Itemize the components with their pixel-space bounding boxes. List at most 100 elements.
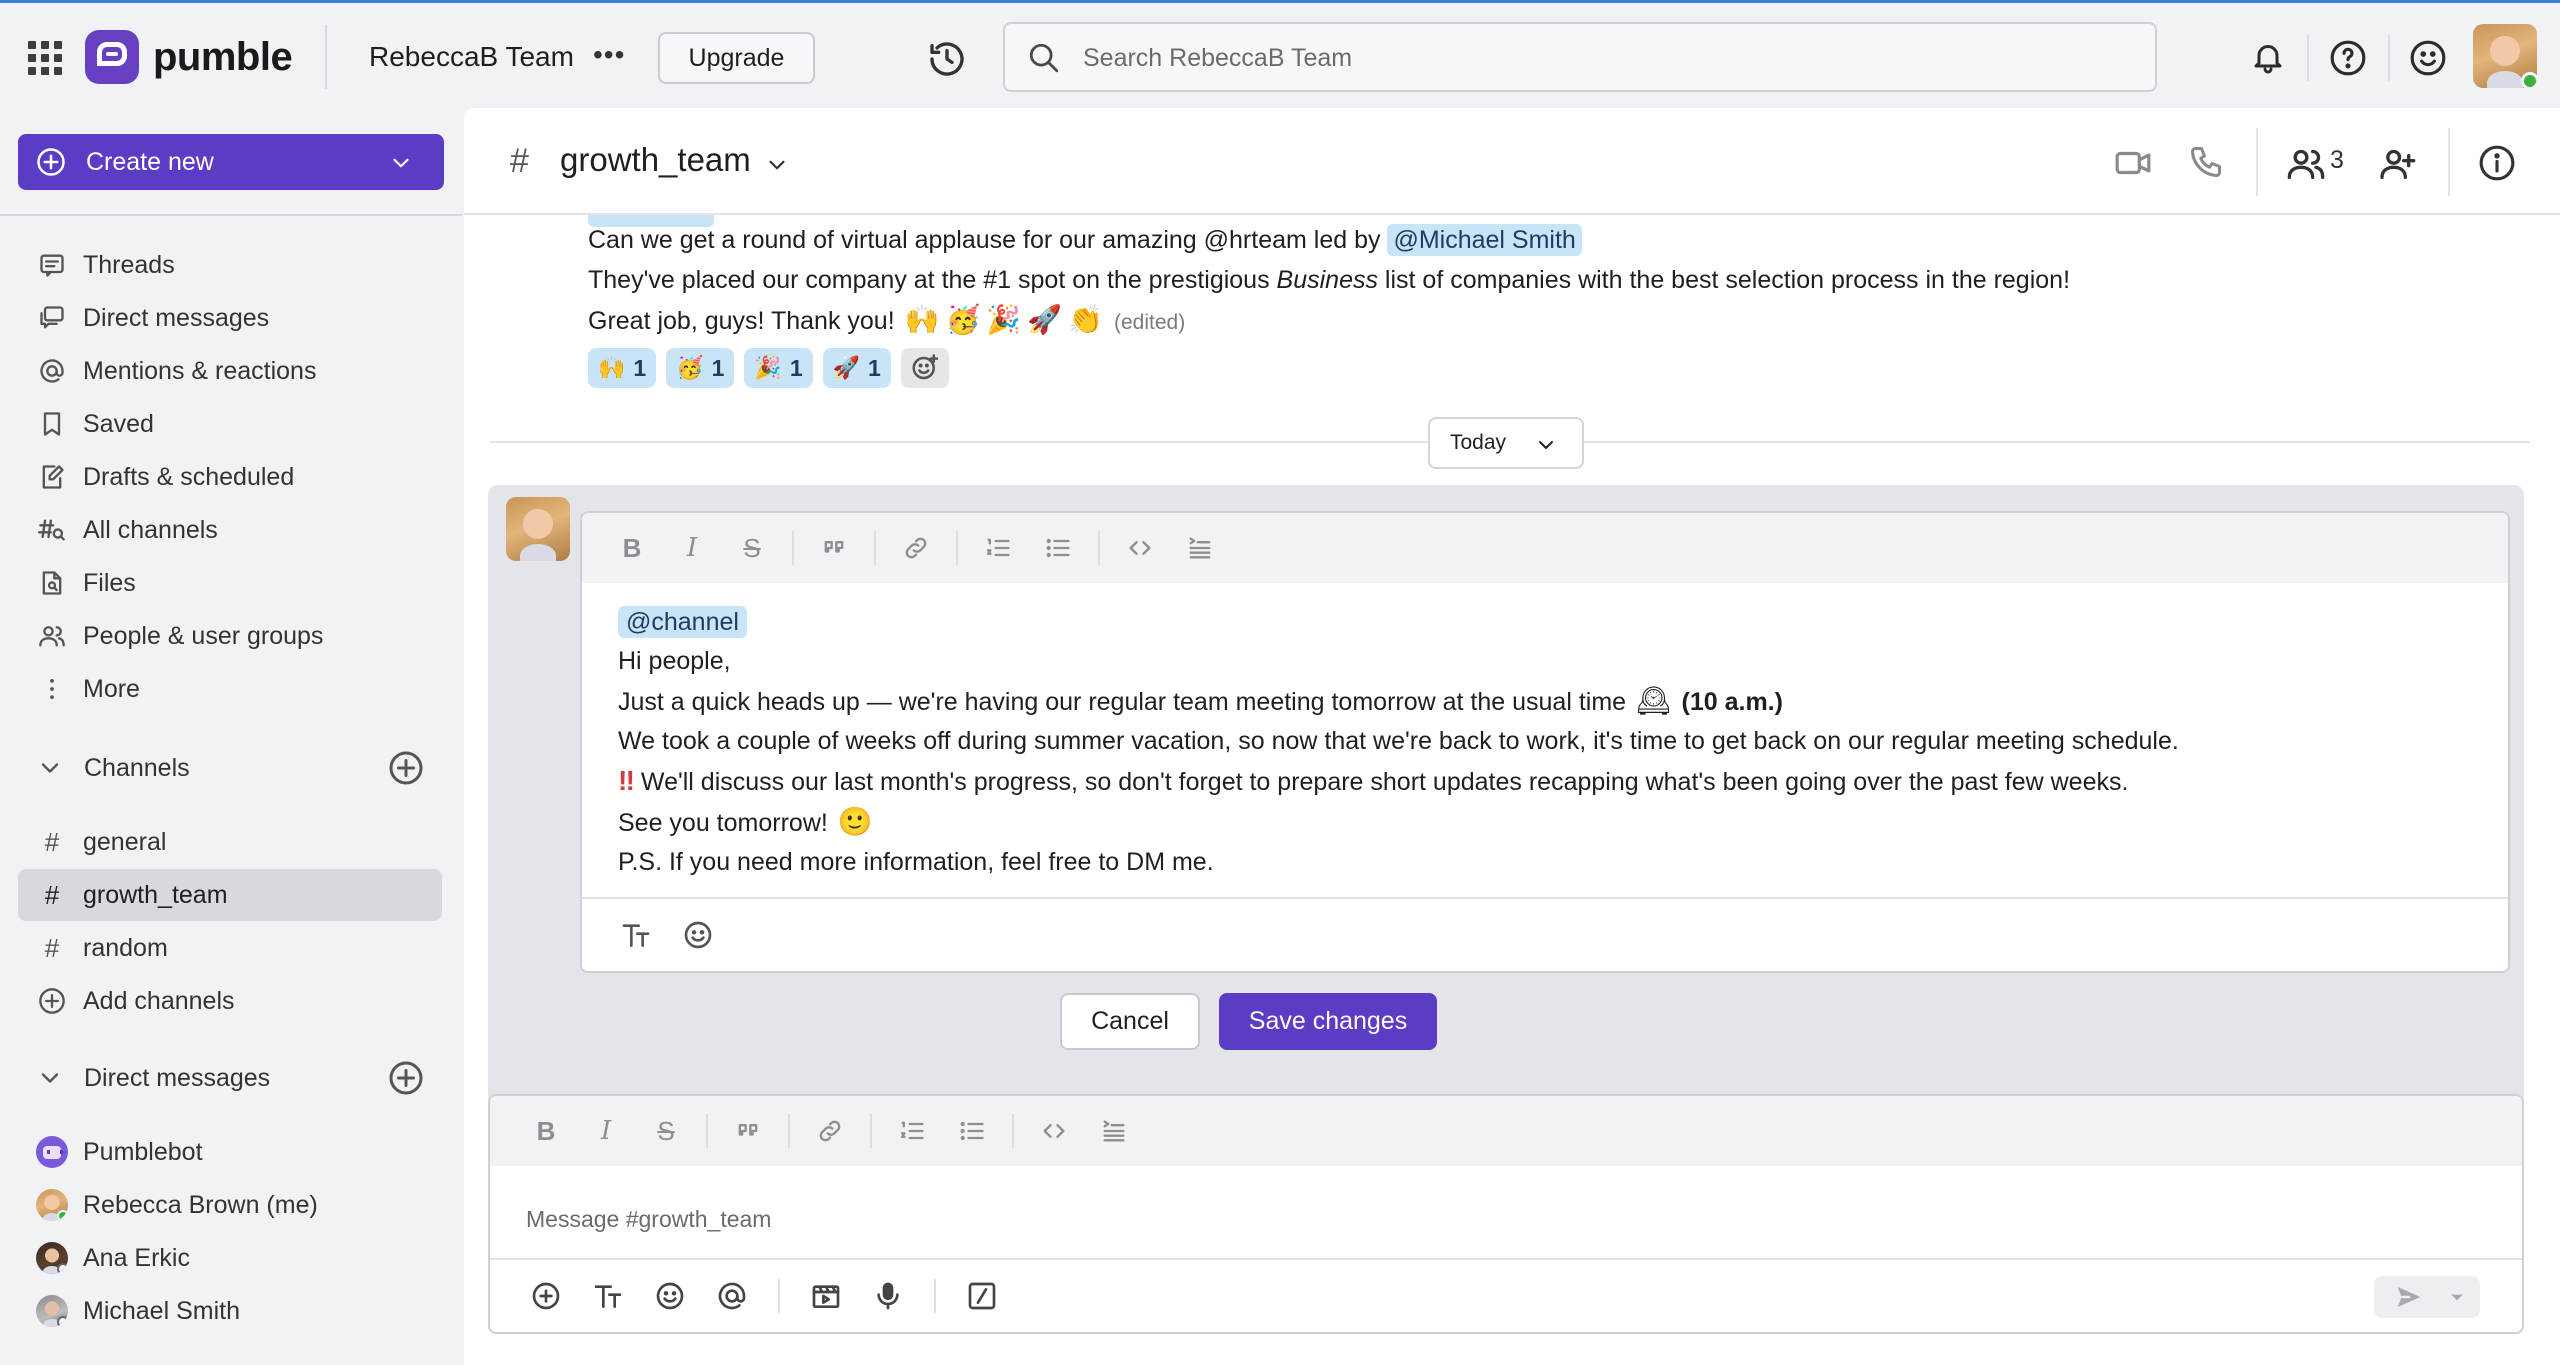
add-reaction-button[interactable] bbox=[900, 348, 949, 388]
message-line: They've placed our company at the #1 spo… bbox=[588, 266, 2070, 295]
microphone-icon[interactable] bbox=[872, 1280, 904, 1312]
emoji-icon[interactable] bbox=[654, 1280, 686, 1312]
sidebar-item-mentions[interactable]: Mentions & reactions bbox=[18, 345, 442, 397]
dms-section-header[interactable]: Direct messages bbox=[36, 1058, 436, 1098]
channel-title[interactable]: growth_team bbox=[560, 141, 751, 179]
numbered-list-icon[interactable] bbox=[892, 1111, 932, 1151]
mention-icon[interactable] bbox=[716, 1280, 748, 1312]
reaction-chip[interactable]: 🎉 1 bbox=[744, 348, 813, 388]
sidebar-item-threads[interactable]: Threads bbox=[18, 239, 442, 291]
edit-bold-text: (10 a.m.) bbox=[1681, 688, 1783, 716]
members-icon[interactable] bbox=[2286, 144, 2326, 184]
video-clip-icon[interactable] bbox=[810, 1280, 842, 1312]
text-format-icon[interactable] bbox=[592, 1280, 624, 1312]
phone-icon[interactable] bbox=[2188, 144, 2224, 180]
bold-icon[interactable]: B bbox=[526, 1111, 566, 1151]
sidebar-item-channel-random[interactable]: # random bbox=[18, 922, 442, 974]
sidebar-item-saved[interactable]: Saved bbox=[18, 398, 442, 450]
edit-message-editor[interactable]: B I S @channel Hi people, Just a quick h… bbox=[580, 511, 2510, 973]
add-dm-icon[interactable] bbox=[388, 1060, 424, 1096]
divider bbox=[934, 1279, 936, 1313]
message-input[interactable]: Message #growth_team bbox=[526, 1206, 771, 1233]
channels-section-header[interactable]: Channels bbox=[36, 748, 436, 788]
channel-mention[interactable]: @channel bbox=[618, 606, 747, 638]
add-channel-icon[interactable] bbox=[388, 750, 424, 786]
threads-icon bbox=[36, 249, 68, 281]
team-name[interactable]: RebeccaB Team bbox=[369, 41, 574, 73]
cancel-button[interactable]: Cancel bbox=[1060, 993, 1200, 1050]
user-mention[interactable]: @Michael Smith bbox=[1387, 224, 1582, 256]
sidebar-item-channel-general[interactable]: # general bbox=[18, 816, 442, 868]
create-new-button[interactable]: Create new bbox=[18, 134, 444, 190]
sidebar-item-channel-growth-team[interactable]: # growth_team bbox=[18, 869, 442, 921]
user-avatar[interactable] bbox=[2473, 24, 2537, 88]
chevron-down-icon bbox=[41, 763, 59, 773]
upgrade-button[interactable]: Upgrade bbox=[658, 32, 815, 84]
chevron-down-icon[interactable] bbox=[764, 152, 790, 178]
info-icon[interactable] bbox=[2478, 144, 2516, 182]
reaction-chip[interactable]: 🚀 1 bbox=[822, 348, 891, 388]
video-call-icon[interactable] bbox=[2114, 144, 2152, 182]
link-icon[interactable] bbox=[810, 1111, 850, 1151]
code-block-icon[interactable] bbox=[1094, 1111, 1134, 1151]
bold-icon[interactable]: B bbox=[612, 528, 652, 568]
strikethrough-icon[interactable]: S bbox=[646, 1111, 686, 1151]
bell-icon[interactable] bbox=[2250, 39, 2286, 75]
send-icon bbox=[2397, 1287, 2421, 1307]
bullet-list-icon[interactable] bbox=[952, 1111, 992, 1151]
channel-search-icon bbox=[36, 514, 68, 546]
quote-icon[interactable] bbox=[814, 528, 854, 568]
clock-emoji: 🕰 bbox=[1636, 684, 1672, 717]
sidebar-item-dm-pumblebot[interactable]: Pumblebot bbox=[18, 1126, 442, 1178]
reaction-count: 1 bbox=[633, 354, 647, 381]
chevron-down-icon[interactable] bbox=[2448, 1288, 2466, 1306]
emoji-icon[interactable] bbox=[682, 919, 714, 951]
text-format-icon[interactable] bbox=[620, 919, 652, 951]
send-button[interactable] bbox=[2374, 1276, 2480, 1318]
sidebar-item-direct-messages[interactable]: Direct messages bbox=[18, 292, 442, 344]
sidebar-item-drafts[interactable]: Drafts & scheduled bbox=[18, 451, 442, 503]
sidebar-item-dm-ana[interactable]: Ana Erkic bbox=[18, 1232, 442, 1284]
day-divider-button[interactable]: Today bbox=[1428, 417, 1584, 469]
search-input[interactable]: Search RebeccaB Team bbox=[1083, 44, 1352, 73]
clapping-emoji: 👏 bbox=[1068, 303, 1103, 336]
slash-command-icon[interactable] bbox=[966, 1280, 998, 1312]
divider bbox=[870, 1114, 872, 1148]
quote-icon[interactable] bbox=[728, 1111, 768, 1151]
code-block-icon[interactable] bbox=[1180, 528, 1220, 568]
code-icon[interactable] bbox=[1034, 1111, 1074, 1151]
reaction-chip[interactable]: 🙌 1 bbox=[588, 348, 657, 388]
sidebar-item-all-channels[interactable]: All channels bbox=[18, 504, 442, 556]
sidebar-item-dm-rebecca[interactable]: Rebecca Brown (me) bbox=[18, 1179, 442, 1231]
pumble-logo-icon bbox=[85, 30, 139, 84]
link-icon[interactable] bbox=[896, 528, 936, 568]
help-icon[interactable] bbox=[2329, 39, 2367, 77]
dm-label: Pumblebot bbox=[83, 1137, 203, 1166]
sidebar-item-people[interactable]: People & user groups bbox=[18, 610, 442, 662]
raised-hands-emoji: 🙌 bbox=[598, 355, 626, 381]
code-icon[interactable] bbox=[1120, 528, 1160, 568]
team-menu-button[interactable]: ••• bbox=[593, 39, 625, 71]
history-icon[interactable] bbox=[927, 39, 967, 79]
strikethrough-icon[interactable]: S bbox=[732, 528, 772, 568]
italic-icon[interactable]: I bbox=[586, 1111, 626, 1151]
sidebar-item-more[interactable]: More bbox=[18, 663, 442, 715]
apps-grid-icon[interactable] bbox=[28, 41, 62, 75]
search-bar[interactable]: Search RebeccaB Team bbox=[1003, 22, 2157, 92]
save-changes-button[interactable]: Save changes bbox=[1219, 993, 1437, 1050]
add-member-icon[interactable] bbox=[2377, 144, 2417, 184]
avatar bbox=[506, 497, 570, 561]
bullet-list-icon[interactable] bbox=[1038, 528, 1078, 568]
attach-plus-icon[interactable] bbox=[530, 1280, 562, 1312]
raised-hands-emoji: 🙌 bbox=[904, 303, 940, 336]
divider bbox=[2256, 128, 2258, 196]
add-channels-button[interactable]: Add channels bbox=[18, 975, 442, 1027]
members-count[interactable]: 3 bbox=[2330, 146, 2344, 175]
numbered-list-icon[interactable] bbox=[978, 528, 1018, 568]
italic-icon[interactable]: I bbox=[672, 528, 712, 568]
smiley-status-icon[interactable] bbox=[2409, 39, 2447, 77]
sidebar-item-dm-michael[interactable]: Michael Smith bbox=[18, 1285, 442, 1337]
reaction-chip[interactable]: 🥳 1 bbox=[666, 348, 735, 388]
bot-avatar-icon bbox=[36, 1136, 68, 1168]
sidebar-item-files[interactable]: Files bbox=[18, 557, 442, 609]
